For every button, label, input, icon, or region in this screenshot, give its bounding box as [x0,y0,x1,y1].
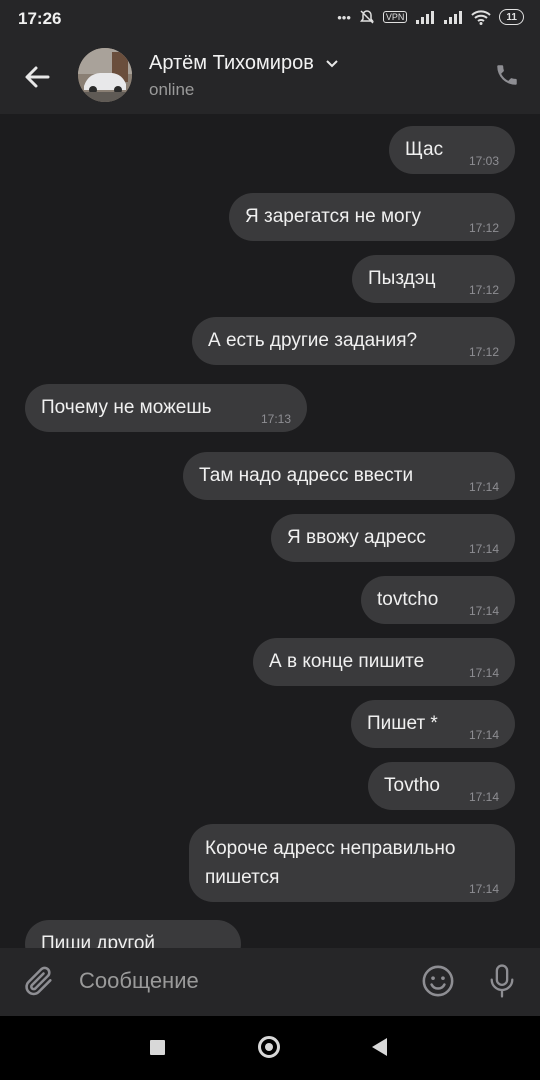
message-bubble[interactable]: Пиши другой [25,920,241,948]
chat-header: Артём Тихомиров online [0,38,540,114]
message-time: 17:12 [468,283,499,297]
signal-icon [444,11,463,24]
message-bubble[interactable]: Там надо адресс ввести 17:14 [183,452,515,500]
message-bubble[interactable]: Пишет * 17:14 [351,700,515,748]
message-text: Щас [405,139,444,160]
message-time: 17:14 [468,666,499,680]
contact-name-text: Артём Тихомиров [149,52,314,74]
chevron-down-icon [326,60,339,68]
message-time: 17:14 [468,728,499,742]
bell-off-icon [359,10,374,24]
message-time: 17:14 [468,542,499,556]
message-text: Короче адресс неправильно пишется [205,838,456,888]
message-bubble[interactable]: Щас 17:03 [389,126,515,174]
message-time: 17:14 [468,882,499,896]
message-text: А в конце пишите [269,651,425,672]
message-bubble[interactable]: Почему не можешь 17:13 [25,384,307,432]
message-time: 17:12 [468,345,499,359]
contact-name[interactable]: Артём Тихомиров [149,52,339,75]
message-bubble[interactable]: Tovtho 17:14 [368,762,515,810]
message-time: 17:14 [468,790,499,804]
message-time: 17:13 [260,412,291,426]
system-nav-bar [0,1016,540,1080]
message-bubble[interactable]: А в конце пишите 17:14 [253,638,515,686]
message-text: tovtcho [377,589,439,610]
wifi-icon [471,9,492,25]
message-bubble[interactable]: tovtcho 17:14 [361,576,515,624]
message-bubble[interactable]: Пыздэц 17:12 [352,255,515,303]
battery-icon: 11 [499,9,524,25]
message-text: Почему не можешь [41,397,212,418]
avatar-image [78,48,132,102]
message-input[interactable]: Сообщение [79,968,199,994]
phone-icon[interactable] [494,62,520,88]
message-text: Там надо адресс ввести [199,465,414,486]
presence-status: online [149,80,195,99]
message-text: Я зарегатся не могу [245,206,422,227]
message-list[interactable]: Щас 17:03 Я зарегатся не могу 17:12 Пызд… [0,114,540,948]
vpn-badge: VPN [382,11,408,23]
message-bubble[interactable]: Я ввожу адресс 17:14 [271,514,515,562]
message-time: 17:14 [468,604,499,618]
signal-icon [416,11,435,24]
triangle-icon[interactable] [372,1038,387,1056]
battery-level: 11 [506,11,517,23]
microphone-icon[interactable] [486,963,518,999]
message-bubble[interactable]: А есть другие задания? 17:12 [192,317,515,365]
avatar[interactable] [78,48,132,102]
message-bubble[interactable]: Я зарегатся не могу 17:12 [229,193,515,241]
paperclip-icon[interactable] [22,964,56,998]
dots-icon: ••• [337,9,351,25]
status-time: 17:26 [18,9,62,28]
message-composer: Сообщение [0,948,540,1016]
circle-icon[interactable] [258,1036,280,1058]
arrow-left-icon[interactable] [20,60,54,94]
message-text: Пыздэц [368,268,436,289]
message-text: Пишет * [367,713,438,734]
message-text: А есть другие задания? [208,330,418,351]
message-text: Пиши другой [41,933,156,948]
status-icons: ••• VPN 11 [337,9,524,25]
message-text: Я ввожу адресс [287,527,426,548]
square-icon[interactable] [150,1040,165,1055]
status-bar: 17:26 ••• VPN 11 [0,0,540,38]
message-text: Tovtho [384,775,440,796]
message-time: 17:14 [468,480,499,494]
message-bubble[interactable]: Короче адресс неправильно пишется 17:14 [189,824,515,902]
smile-icon[interactable] [421,964,455,998]
message-time: 17:03 [468,154,499,168]
message-time: 17:12 [468,221,499,235]
